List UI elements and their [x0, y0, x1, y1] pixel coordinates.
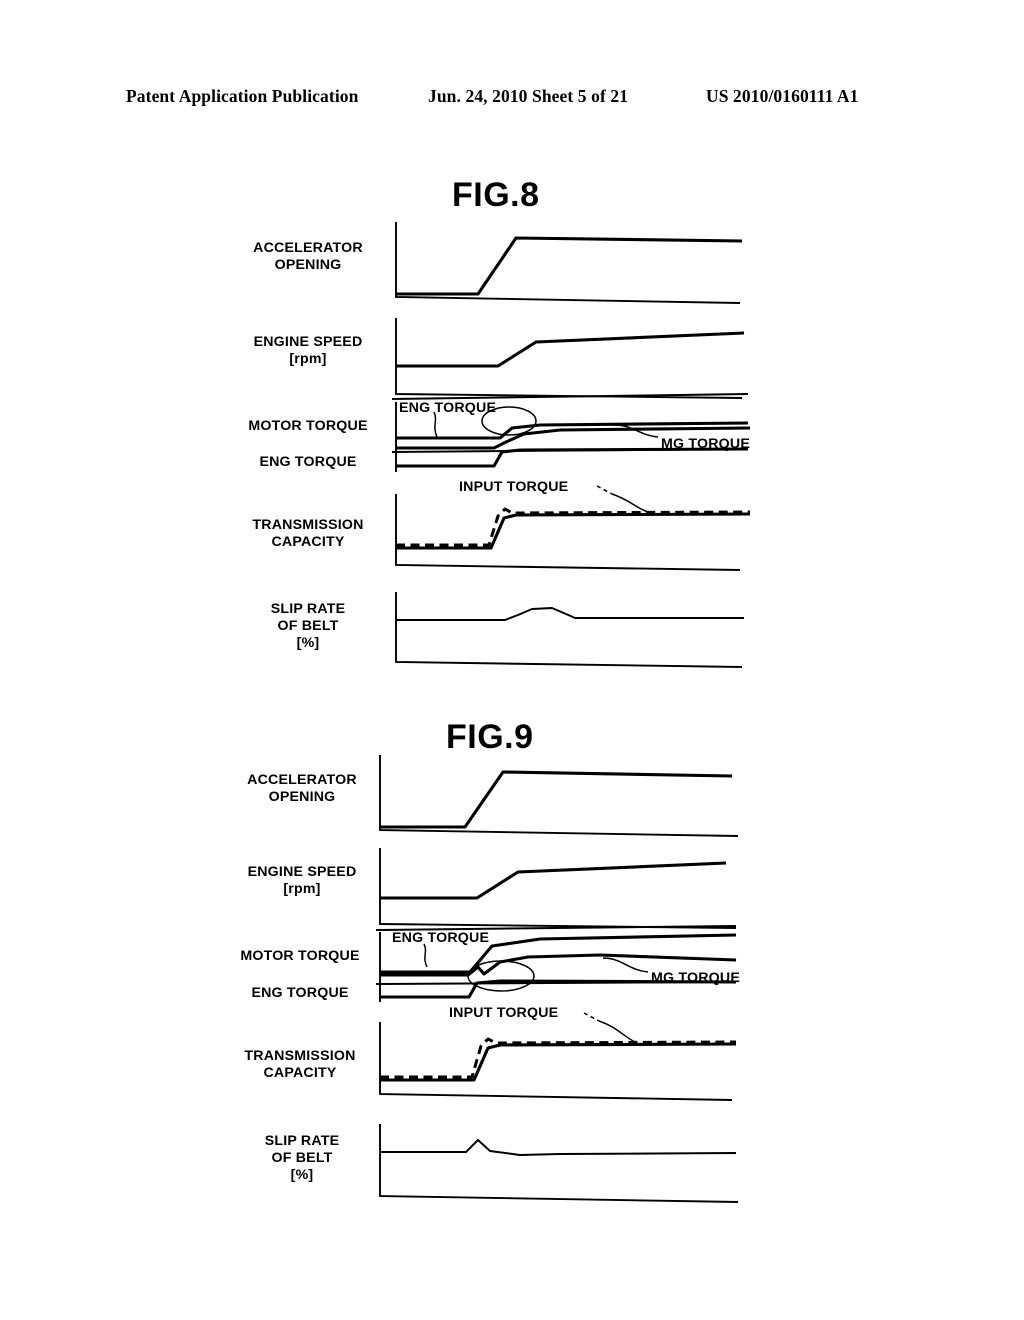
fig9-leader-mg-torque-label	[602, 957, 649, 973]
fig8-leader-input-torque	[611, 493, 649, 513]
fig9-annotation-mg-torque: MG TORQUE	[651, 970, 741, 986]
figure-title-fig9: FIG.9	[446, 718, 534, 756]
fig8-axis-accelerator	[395, 222, 741, 304]
fig8-axis-slip-rate	[395, 592, 743, 668]
fig8-annotation-mg-torque: MG TORQUE	[661, 436, 751, 452]
fig8-row-label-slip-rate-of-belt: SLIP RATE OF BELT [%]	[270, 601, 346, 651]
publication-number: US 2010/0160111 A1	[706, 86, 859, 106]
fig9-row-label-slip-rate-of-belt: SLIP RATE OF BELT [%]	[264, 1133, 340, 1183]
fig9-callout-ellipse-torque-transition	[467, 960, 535, 992]
fig8-annotation-eng-torque: ENG TORQUE	[399, 400, 497, 416]
fig9-row-label-engine-speed: ENGINE SPEED [rpm]	[247, 864, 357, 897]
fig9-leader-input-torque-dash	[583, 1012, 600, 1022]
fig9-row-label-transmission-capacity: TRANSMISSION CAPACITY	[244, 1048, 356, 1081]
fig8-curve-transmission-capacity	[396, 512, 751, 550]
fig8-leader-input-torque-dash	[596, 485, 613, 495]
fig9-panel-slip-rate	[379, 1124, 739, 1203]
fig9-panel-engine-speed	[379, 848, 737, 929]
fig8-row-label-motor-torque: MOTOR TORQUE	[248, 418, 368, 434]
publication-date-sheet: Jun. 24, 2010 Sheet 5 of 21	[428, 86, 629, 106]
publication-title: Patent Application Publication	[126, 86, 359, 106]
fig9-axis-accelerator	[379, 755, 739, 837]
fig9-curve-slip-rate-of-belt	[380, 1139, 737, 1156]
fig9-panel-accelerator-opening	[379, 755, 739, 837]
fig8-axis-transmission-capacity	[395, 494, 741, 571]
fig8-curve-engine-speed	[396, 331, 745, 368]
fig8-curve-accelerator-opening	[396, 236, 743, 296]
fig9-axis-slip-rate	[379, 1124, 739, 1203]
fig8-axis-engine-speed	[395, 318, 743, 399]
publication-header: Patent Application Publication Jun. 24, …	[0, 86, 1024, 112]
fig9-curve-input-torque-dashed	[380, 1037, 737, 1079]
fig8-panel-engine-speed	[395, 318, 745, 399]
fig9-axis-engine-speed	[379, 848, 737, 929]
fig9-curve-engine-speed	[380, 861, 727, 900]
figure-title-fig8: FIG.8	[452, 176, 540, 214]
fig9-curve-transmission-capacity	[380, 1042, 737, 1082]
fig9-axis-transmission-capacity	[379, 1022, 733, 1101]
patent-drawing-page: Patent Application Publication Jun. 24, …	[0, 0, 1024, 1320]
fig8-panel-transmission-capacity	[395, 485, 751, 571]
fig8-curve-input-torque-dashed	[396, 507, 751, 547]
fig8-row-label-eng-torque: ENG TORQUE	[259, 454, 357, 470]
fig9-leader-input-torque	[598, 1020, 636, 1043]
fig9-row-label-accelerator-opening: ACCELERATOR OPENING	[247, 772, 357, 805]
fig9-row-label-motor-torque: MOTOR TORQUE	[240, 948, 360, 964]
fig8-leader-mg-torque-label	[612, 424, 659, 438]
fig8-row-label-transmission-capacity: TRANSMISSION CAPACITY	[252, 517, 364, 550]
fig9-panel-transmission-capacity	[379, 1012, 737, 1101]
fig9-annotation-eng-torque: ENG TORQUE	[392, 930, 490, 946]
fig9-row-label-eng-torque: ENG TORQUE	[251, 985, 349, 1001]
fig8-panel-accelerator-opening	[395, 222, 743, 304]
fig9-leader-eng-torque-label	[423, 943, 428, 968]
fig9-curve-accelerator-opening	[380, 770, 733, 829]
fig8-panel-slip-rate	[395, 592, 744, 668]
fig8-row-label-engine-speed: ENGINE SPEED [rpm]	[253, 334, 363, 367]
fig8-annotation-input-torque: INPUT TORQUE	[459, 479, 569, 495]
fig8-curve-slip-rate-of-belt	[396, 607, 744, 621]
fig9-annotation-input-torque: INPUT TORQUE	[449, 1005, 559, 1021]
fig8-row-label-accelerator-opening: ACCELERATOR OPENING	[253, 240, 363, 273]
fig8-line-torque-upper-ref	[391, 393, 749, 400]
